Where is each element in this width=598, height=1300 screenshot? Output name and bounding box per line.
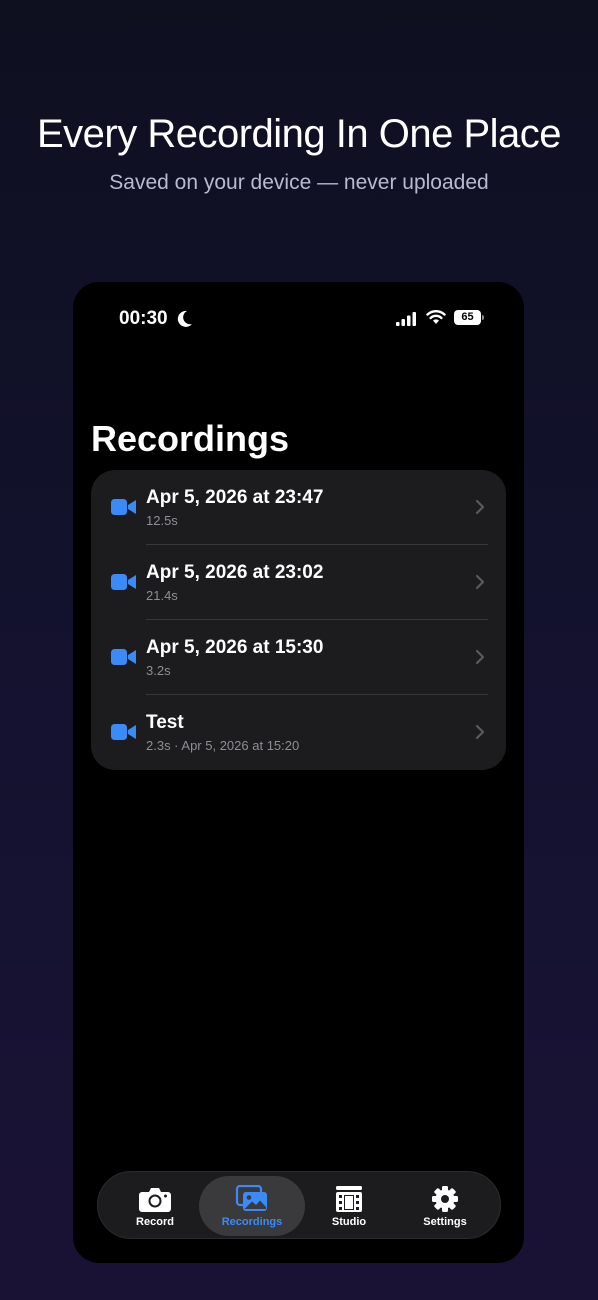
- recording-row[interactable]: Apr 5, 2026 at 23:47 12.5s: [91, 470, 506, 545]
- cellular-signal-icon: [396, 312, 416, 326]
- video-camera-icon: [111, 574, 136, 590]
- recording-row[interactable]: Test 2.3s · Apr 5, 2026 at 15:20: [91, 695, 506, 770]
- moon-icon: [177, 310, 192, 327]
- video-camera-icon: [111, 499, 136, 515]
- tab-label: Settings: [423, 1216, 467, 1228]
- video-camera-icon: [111, 724, 136, 740]
- battery-cap: [482, 315, 484, 320]
- status-time: 00:30: [119, 308, 168, 329]
- video-camera-icon: [111, 649, 136, 665]
- chevron-right-icon: [475, 574, 485, 590]
- battery-indicator: 65: [454, 310, 481, 325]
- recording-title: Test: [146, 712, 184, 733]
- tab-label: Recordings: [221, 1216, 283, 1228]
- chevron-right-icon: [475, 499, 485, 515]
- recording-duration: 21.4s: [146, 588, 178, 603]
- tab-label: Studio: [331, 1216, 367, 1228]
- gear-icon: [432, 1186, 458, 1212]
- promo-subtitle: Saved on your device — never uploaded: [109, 171, 489, 194]
- recording-title: Apr 5, 2026 at 23:02: [146, 562, 324, 583]
- film-icon: [336, 1186, 362, 1212]
- recording-duration: 12.5s: [146, 513, 178, 528]
- tab-record[interactable]: Record: [106, 1176, 204, 1236]
- wifi-icon: [426, 310, 446, 324]
- tab-bar: Record Recordings Studio Settings: [97, 1171, 501, 1239]
- tab-settings[interactable]: Settings: [396, 1176, 494, 1236]
- chevron-right-icon: [475, 724, 485, 740]
- tab-recordings[interactable]: Recordings: [199, 1176, 305, 1236]
- recording-duration: 2.3s · Apr 5, 2026 at 15:20: [146, 738, 300, 753]
- status-bar: 00:30 65: [73, 282, 524, 354]
- camera-icon: [139, 1188, 171, 1212]
- recording-duration: 3.2s: [146, 663, 171, 678]
- recordings-list: Apr 5, 2026 at 23:47 12.5s Apr 5, 2026 a…: [91, 470, 506, 770]
- photo-stack-icon: [235, 1185, 267, 1211]
- recording-row[interactable]: Apr 5, 2026 at 15:30 3.2s: [91, 620, 506, 695]
- phone-screen: 00:30 65 Recordings Apr 5, 2026 at 23:47…: [73, 282, 524, 1263]
- tab-label: Record: [136, 1216, 174, 1228]
- recording-title: Apr 5, 2026 at 23:47: [146, 487, 324, 508]
- tab-studio[interactable]: Studio: [300, 1176, 398, 1236]
- page-title: Recordings: [91, 418, 290, 459]
- chevron-right-icon: [475, 649, 485, 665]
- recording-row[interactable]: Apr 5, 2026 at 23:02 21.4s: [91, 545, 506, 620]
- promo-title: Every Recording In One Place: [36, 112, 562, 156]
- recording-title: Apr 5, 2026 at 15:30: [146, 637, 324, 658]
